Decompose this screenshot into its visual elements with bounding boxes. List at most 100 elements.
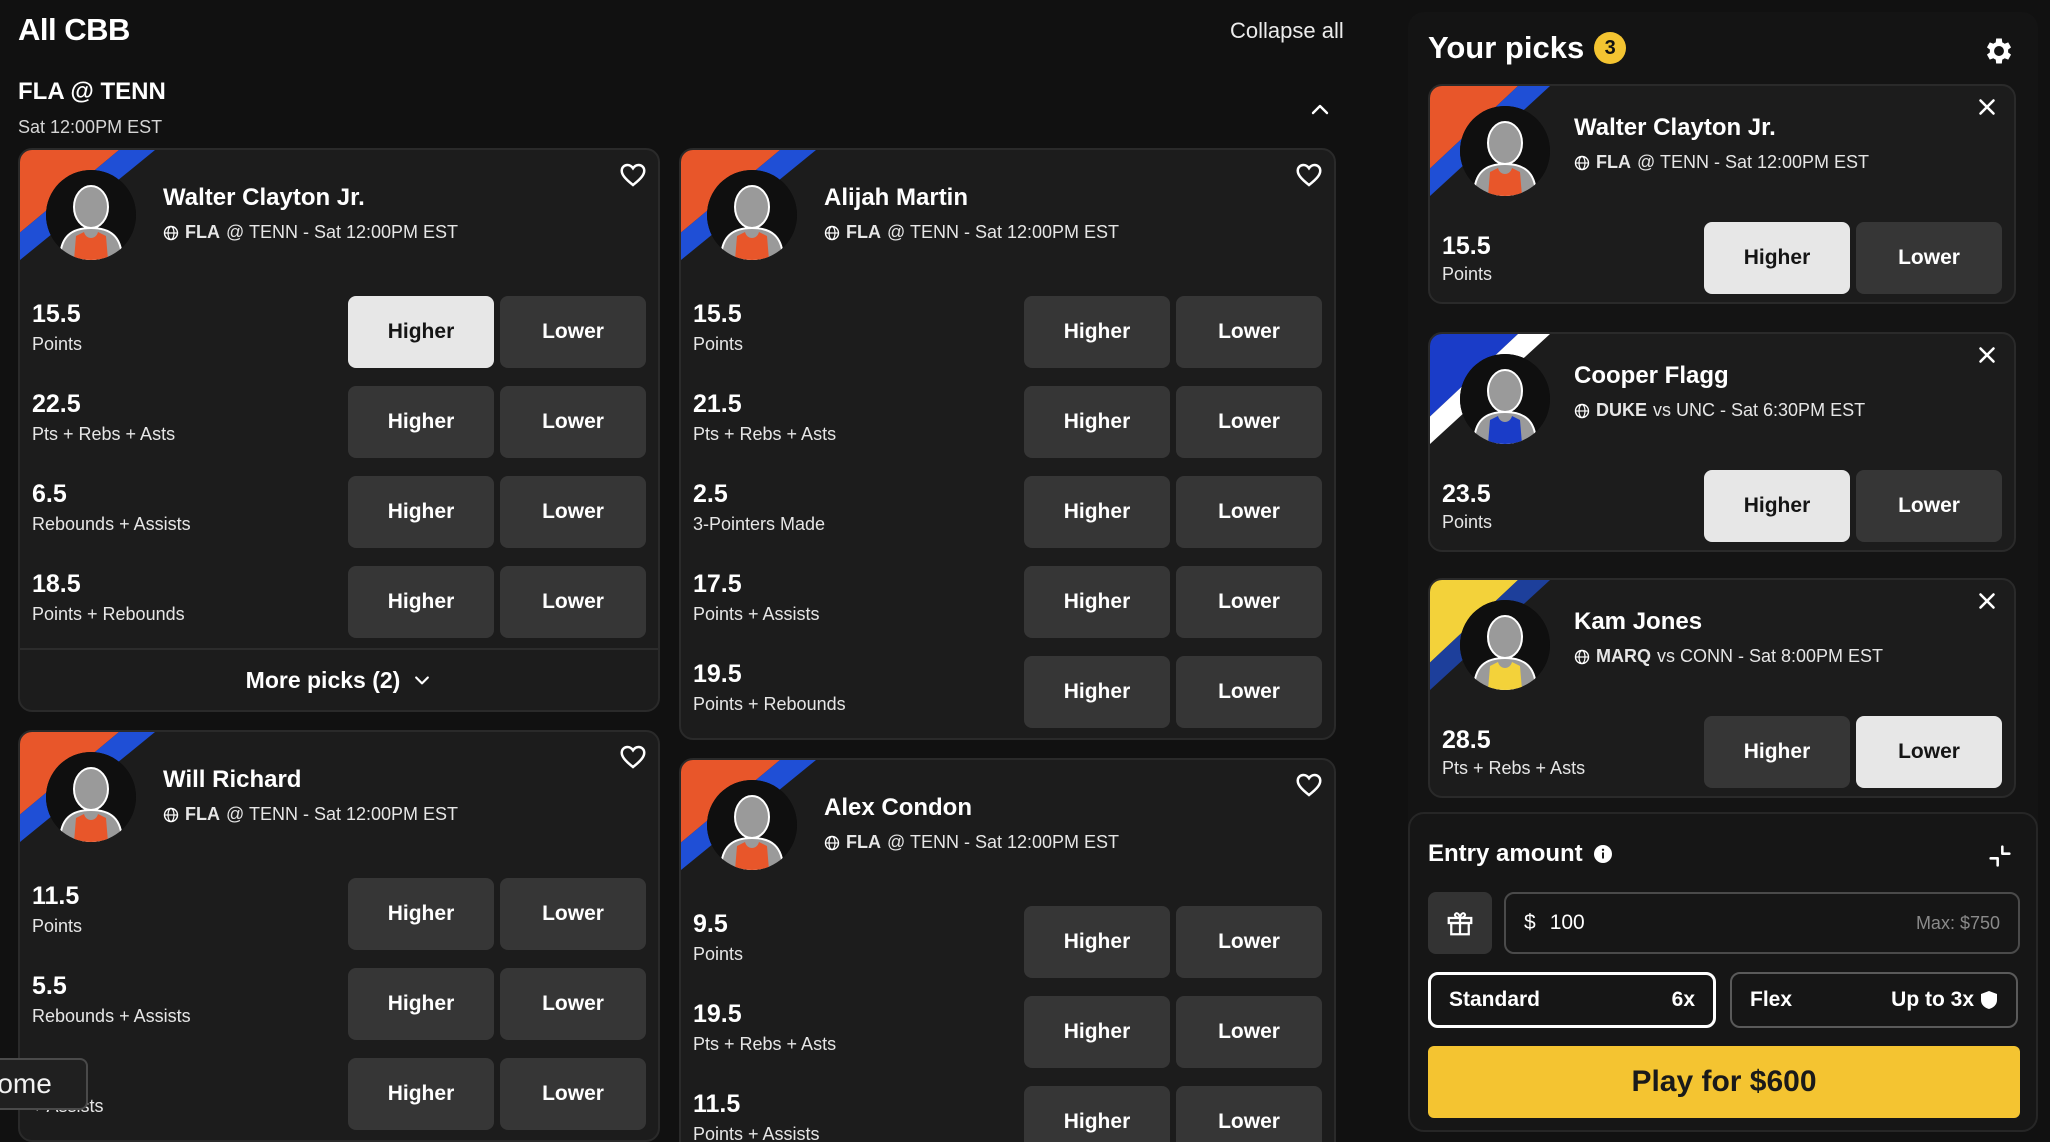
- higher-button[interactable]: Higher: [1704, 716, 1850, 788]
- flex-multiplier: Up to 3x: [1891, 988, 1974, 1011]
- higher-button[interactable]: Higher: [1704, 470, 1850, 542]
- prop-value: 22.5: [32, 390, 81, 418]
- higher-button[interactable]: Higher: [348, 296, 494, 368]
- lower-button[interactable]: Lower: [1856, 470, 2002, 542]
- player-game: MARQ vs CONN - Sat 8:00PM EST: [1574, 646, 1883, 667]
- lower-button[interactable]: Lower: [1856, 222, 2002, 294]
- lower-button[interactable]: Lower: [1176, 1086, 1322, 1142]
- higher-button[interactable]: Higher: [1024, 476, 1170, 548]
- higher-button[interactable]: Higher: [348, 386, 494, 458]
- entry-amount-input[interactable]: $ 100 Max: $750: [1504, 892, 2020, 954]
- player-name: Kam Jones: [1574, 608, 1703, 635]
- avatar-silhouette: [46, 752, 136, 842]
- prop-stat: Points + Rebounds: [32, 604, 185, 624]
- lower-button[interactable]: Lower: [1856, 716, 2002, 788]
- prop-stat: Points: [1442, 264, 1493, 284]
- shield-icon: [1981, 991, 1997, 1009]
- player-game: FLA @ TENN - Sat 12:00PM EST: [824, 222, 1119, 243]
- lower-button[interactable]: Lower: [1176, 296, 1322, 368]
- avatar: [1460, 354, 1550, 444]
- prop-value: 15.5: [693, 300, 742, 328]
- avatar: [46, 170, 136, 260]
- lower-button[interactable]: Lower: [500, 476, 646, 548]
- lower-button[interactable]: Lower: [500, 386, 646, 458]
- prop-buttons: Higher Lower: [1024, 386, 1322, 458]
- info-icon[interactable]: [1593, 844, 1613, 864]
- higher-button[interactable]: Higher: [348, 1058, 494, 1130]
- prop-stat: Rebounds + Assists: [32, 1006, 191, 1026]
- team-abbr: MARQ: [1596, 646, 1651, 666]
- avatar-silhouette: [46, 170, 136, 260]
- prop-line: 22.5 Pts + Rebs + Asts Higher Lower: [20, 378, 658, 468]
- chevron-up-icon[interactable]: [1308, 98, 1332, 122]
- more-picks-button[interactable]: More picks (2): [20, 648, 658, 710]
- lower-button[interactable]: Lower: [1176, 996, 1322, 1068]
- prop-stat: 3-Pointers Made: [693, 514, 826, 534]
- collapse-all-button[interactable]: Collapse all: [1230, 18, 1344, 44]
- flex-mode-button[interactable]: Flex Up to 3x: [1730, 972, 2018, 1028]
- lower-button[interactable]: Lower: [1176, 656, 1322, 728]
- prop-line: 18.5 Points + Rebounds Higher Lower: [20, 558, 658, 648]
- higher-button[interactable]: Higher: [1024, 566, 1170, 638]
- standard-mode-button[interactable]: Standard 6x: [1428, 972, 1716, 1028]
- lower-button[interactable]: Lower: [500, 566, 646, 638]
- left-column: Walter Clayton Jr. FLA @ TENN - Sat 12:0…: [18, 148, 660, 1142]
- lower-button[interactable]: Lower: [1176, 566, 1322, 638]
- lower-button[interactable]: Lower: [1176, 386, 1322, 458]
- prop-buttons: Higher Lower: [1704, 222, 2002, 294]
- prop-buttons: Higher Lower: [1024, 656, 1322, 728]
- shrink-icon[interactable]: [1986, 842, 2014, 870]
- prop-buttons: Higher Lower: [1024, 1086, 1322, 1142]
- prop-stat: Points + Assists: [693, 1124, 820, 1142]
- avatar: [46, 752, 136, 842]
- prop-buttons: Higher Lower: [348, 1058, 646, 1130]
- close-icon[interactable]: [1974, 588, 2000, 614]
- lower-button[interactable]: Lower: [1176, 476, 1322, 548]
- higher-button[interactable]: Higher: [1024, 906, 1170, 978]
- player-name: Alijah Martin: [824, 184, 969, 211]
- player-card: Alijah Martin FLA @ TENN - Sat 12:00PM E…: [679, 148, 1336, 740]
- play-button[interactable]: Play for $600: [1428, 1046, 2020, 1118]
- player-game: DUKE vs UNC - Sat 6:30PM EST: [1574, 400, 1865, 421]
- close-icon[interactable]: [1974, 94, 2000, 120]
- prop-line: 11.5 Points + Assists Higher Lower: [681, 1078, 1334, 1142]
- avatar: [1460, 600, 1550, 690]
- heart-icon[interactable]: [1294, 770, 1324, 800]
- game-time: Sat 12:00PM EST: [18, 117, 163, 137]
- heart-icon[interactable]: [618, 742, 648, 772]
- heart-icon[interactable]: [1294, 160, 1324, 190]
- standard-label: Standard: [1449, 988, 1541, 1011]
- prop-line: 9.5 Points Higher Lower: [681, 898, 1334, 988]
- gift-button[interactable]: [1428, 892, 1492, 954]
- prop-stat: Points: [1442, 512, 1493, 532]
- prop-value: 19.5: [693, 660, 742, 688]
- prop-buttons: Higher Lower: [348, 296, 646, 368]
- lower-button[interactable]: Lower: [500, 968, 646, 1040]
- higher-button[interactable]: Higher: [348, 968, 494, 1040]
- higher-button[interactable]: Higher: [1024, 996, 1170, 1068]
- higher-button[interactable]: Higher: [1024, 1086, 1170, 1142]
- lower-button[interactable]: Lower: [500, 296, 646, 368]
- currency-symbol: $: [1524, 911, 1536, 934]
- higher-button[interactable]: Higher: [1704, 222, 1850, 294]
- higher-button[interactable]: Higher: [348, 476, 494, 548]
- higher-button[interactable]: Higher: [348, 878, 494, 950]
- prop-buttons: Higher Lower: [1024, 296, 1322, 368]
- gear-icon[interactable]: [1982, 34, 2016, 68]
- prop-line: 21.5 Pts + Rebs + Asts Higher Lower: [681, 378, 1334, 468]
- lower-button[interactable]: Lower: [500, 878, 646, 950]
- standard-multiplier: 6x: [1671, 988, 1695, 1011]
- higher-button[interactable]: Higher: [1024, 296, 1170, 368]
- prop-buttons: Higher Lower: [1024, 906, 1322, 978]
- prop-value: 2.5: [693, 480, 728, 508]
- heart-icon[interactable]: [618, 160, 648, 190]
- globe-icon: [1574, 155, 1590, 170]
- lower-button[interactable]: Lower: [500, 1058, 646, 1130]
- lower-button[interactable]: Lower: [1176, 906, 1322, 978]
- prop-value: 18.5: [32, 570, 81, 598]
- higher-button[interactable]: Higher: [1024, 656, 1170, 728]
- higher-button[interactable]: Higher: [348, 566, 494, 638]
- entry-section: Entry amount $ 100 Max: $750 Standard 6x…: [1408, 812, 2038, 1132]
- close-icon[interactable]: [1974, 342, 2000, 368]
- higher-button[interactable]: Higher: [1024, 386, 1170, 458]
